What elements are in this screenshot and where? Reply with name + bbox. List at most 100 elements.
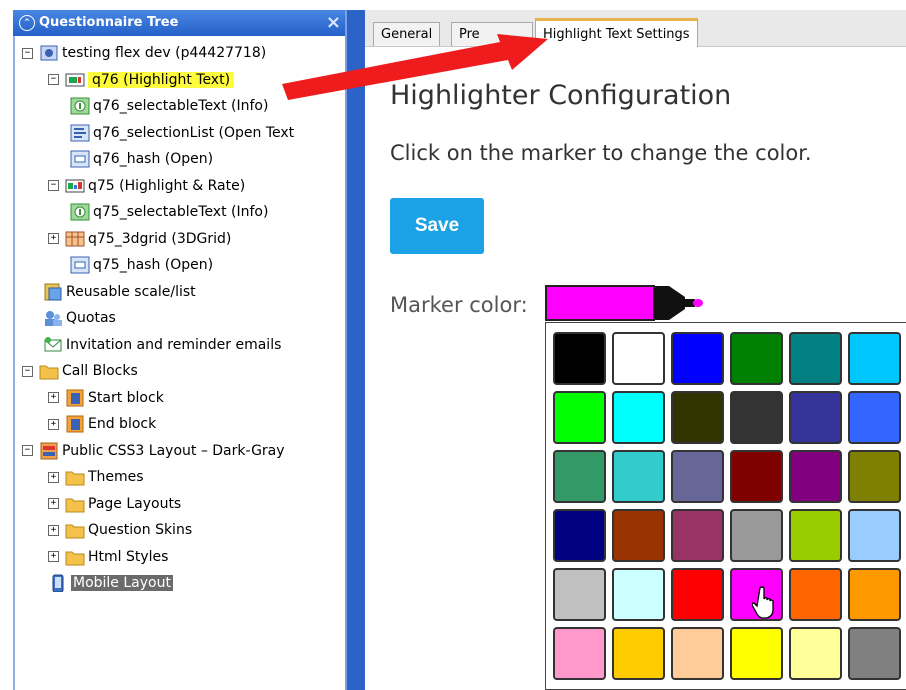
color-swatch[interactable] xyxy=(612,450,665,503)
tab-general[interactable]: General xyxy=(373,22,441,46)
color-swatch[interactable] xyxy=(789,332,842,385)
color-swatch[interactable] xyxy=(671,391,724,444)
color-swatch[interactable] xyxy=(848,391,901,444)
color-swatch[interactable] xyxy=(553,627,606,680)
color-swatch[interactable] xyxy=(553,568,606,621)
highlight-question-icon xyxy=(65,71,85,89)
collapse-icon[interactable]: − xyxy=(48,74,59,85)
tree-node[interactable]: − q76 (Highlight Text) xyxy=(48,69,235,91)
tree-header: ⌃ Questionnaire Tree × xyxy=(13,10,347,36)
tree-node[interactable]: Invitation and reminder emails xyxy=(43,334,281,356)
tree-node-label: Public CSS3 Layout – Dark-Gray xyxy=(62,442,285,459)
tree-node-label: End block xyxy=(88,416,157,432)
tree-node[interactable]: + Html Styles xyxy=(48,546,168,568)
tree-node[interactable]: Reusable scale/list xyxy=(43,281,196,303)
color-swatch[interactable] xyxy=(848,509,901,562)
tree-node-label: q75_3dgrid (3DGrid) xyxy=(88,230,232,247)
color-swatch[interactable] xyxy=(671,450,724,503)
tree-node-label: testing flex dev (p44427718) xyxy=(62,45,267,61)
tree-node[interactable]: Mobile Layout xyxy=(48,572,173,594)
open-icon xyxy=(70,150,90,168)
tree-title: Questionnaire Tree xyxy=(39,15,179,30)
folder-icon xyxy=(65,468,85,486)
tree-node[interactable]: + Question Skins xyxy=(48,519,192,541)
color-swatch[interactable] xyxy=(612,627,665,680)
mobile-icon xyxy=(48,574,68,593)
tree-node[interactable]: q76_hash (Open) xyxy=(70,148,213,170)
close-icon[interactable]: × xyxy=(326,12,341,33)
color-swatch[interactable] xyxy=(730,450,783,503)
expand-icon[interactable]: + xyxy=(48,524,59,536)
panel-splitter[interactable] xyxy=(345,10,365,690)
color-swatch[interactable] xyxy=(848,627,901,680)
expand-icon[interactable]: + xyxy=(48,233,59,244)
tree-node-label: q75_hash (Open) xyxy=(93,257,214,273)
collapse-icon[interactable]: − xyxy=(22,445,33,456)
tree-node[interactable]: q76_selectionList (Open Text xyxy=(70,122,294,144)
survey-icon xyxy=(39,44,59,62)
color-swatch[interactable] xyxy=(553,509,606,562)
tree-node[interactable]: Quotas xyxy=(43,307,116,329)
tree-node-label: q76_hash (Open) xyxy=(93,151,214,167)
collapse-panel-icon[interactable]: ⌃ xyxy=(19,15,35,31)
color-swatch[interactable] xyxy=(553,391,606,444)
tree-node[interactable]: + Start block xyxy=(48,387,164,409)
color-swatch[interactable] xyxy=(848,568,901,621)
marker-color-label: Marker color: xyxy=(390,293,528,317)
color-swatch[interactable] xyxy=(553,450,606,503)
tree-node[interactable]: q75_hash (Open) xyxy=(70,254,213,276)
tree-node-label: q75_selectableText (Info) xyxy=(93,204,269,220)
expand-icon[interactable]: + xyxy=(48,392,59,403)
tab-preview[interactable]: Pre xyxy=(451,22,533,46)
color-swatch[interactable] xyxy=(730,391,783,444)
color-swatch[interactable] xyxy=(671,627,724,680)
questionnaire-tree-panel: ⌃ Questionnaire Tree × − testing flex dev… xyxy=(0,0,352,690)
color-swatch[interactable] xyxy=(730,627,783,680)
tab-highlight-text-settings[interactable]: Highlight Text Settings xyxy=(535,18,698,47)
color-swatch[interactable] xyxy=(848,450,901,503)
expand-icon[interactable]: + xyxy=(48,471,59,483)
tree-node[interactable]: − Call Blocks xyxy=(22,360,138,382)
color-swatch[interactable] xyxy=(671,509,724,562)
tree-node[interactable]: q76_selectableText (Info) xyxy=(70,95,268,117)
folder-icon xyxy=(65,521,85,539)
tree-node[interactable]: − q75 (Highlight & Rate) xyxy=(48,175,245,197)
color-swatch[interactable] xyxy=(789,568,842,621)
expand-icon[interactable]: + xyxy=(48,418,59,430)
color-swatch[interactable] xyxy=(671,332,724,385)
tree-node[interactable]: − testing flex dev (p44427718) xyxy=(22,42,266,64)
color-swatch[interactable] xyxy=(730,332,783,385)
tree-node[interactable]: + Page Layouts xyxy=(48,493,181,515)
collapse-icon[interactable]: − xyxy=(22,47,33,59)
tree-node[interactable]: − Public CSS3 Layout – Dark-Gray xyxy=(22,440,285,462)
expand-icon[interactable]: + xyxy=(48,551,59,562)
expand-icon[interactable]: + xyxy=(48,498,59,509)
color-swatch[interactable] xyxy=(612,509,665,562)
marker-icon[interactable] xyxy=(545,283,705,323)
color-swatch[interactable] xyxy=(612,391,665,444)
tree-node-label: Mobile Layout xyxy=(71,575,173,591)
color-swatch[interactable] xyxy=(789,450,842,503)
color-swatch[interactable] xyxy=(553,332,606,385)
color-swatch[interactable] xyxy=(789,509,842,562)
color-swatch[interactable] xyxy=(612,332,665,385)
collapse-icon[interactable]: − xyxy=(48,180,59,191)
color-swatch[interactable] xyxy=(730,509,783,562)
marker-tip xyxy=(654,286,685,320)
collapse-icon[interactable]: − xyxy=(22,365,33,377)
open-text-icon xyxy=(70,124,90,142)
page-title: Highlighter Configuration xyxy=(390,80,732,111)
color-swatch[interactable] xyxy=(671,568,724,621)
tree-node[interactable]: + End block xyxy=(48,413,156,435)
tree-node[interactable]: + q75_3dgrid (3DGrid) xyxy=(48,228,231,250)
save-button[interactable]: Save xyxy=(390,198,484,254)
color-swatch[interactable] xyxy=(789,627,842,680)
tree-node-label: q76 (Highlight Text) xyxy=(88,71,235,88)
color-swatch[interactable] xyxy=(612,568,665,621)
tree-node-label: q75 (Highlight & Rate) xyxy=(88,177,246,194)
color-swatch[interactable] xyxy=(848,332,901,385)
tree-node[interactable]: + Themes xyxy=(48,466,144,488)
tree-node-label: Html Styles xyxy=(88,548,169,565)
tree-node[interactable]: q75_selectableText (Info) xyxy=(70,201,268,223)
color-swatch[interactable] xyxy=(789,391,842,444)
